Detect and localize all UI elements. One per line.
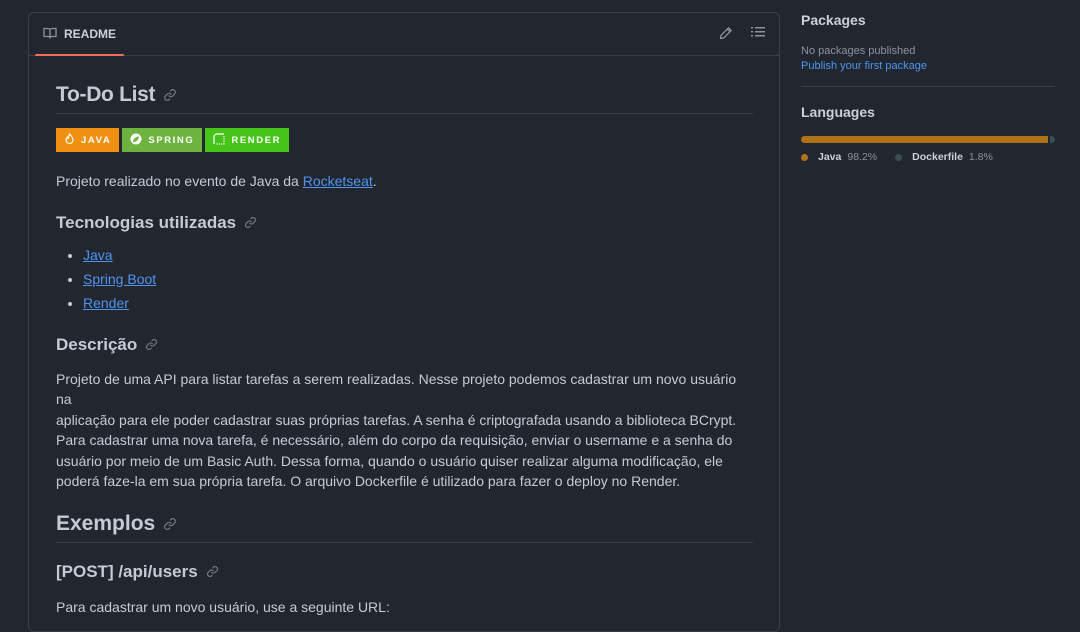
- dockerfile-color-dot: [895, 153, 903, 161]
- publish-package-link[interactable]: Publish your first package: [801, 60, 1055, 72]
- spring-badge-label: SPRING: [148, 134, 195, 146]
- tech-heading: Tecnologias utilizadas: [56, 213, 753, 233]
- list-outline-icon[interactable]: [751, 26, 765, 40]
- readme-content: To-Do List JAVA SPRING RENDER Projeto re…: [56, 83, 753, 617]
- language-dockerfile[interactable]: Dockerfile 1.8%: [895, 151, 993, 163]
- render-badge[interactable]: RENDER: [205, 128, 290, 152]
- tech-list: Java Spring Boot Render: [56, 243, 753, 315]
- spring-boot-link[interactable]: Spring Boot: [83, 271, 156, 287]
- intro-paragraph: Projeto realizado no evento de Java da R…: [56, 173, 377, 189]
- badge-row: JAVA SPRING RENDER: [56, 128, 753, 152]
- spring-leaf-icon: [130, 133, 142, 148]
- link-icon[interactable]: [145, 338, 158, 351]
- java-flame-icon: [64, 132, 75, 148]
- link-icon[interactable]: [163, 517, 177, 531]
- rocketseat-link[interactable]: Rocketseat: [303, 173, 373, 189]
- sidebar: Packages No packages published Publish y…: [801, 12, 1055, 163]
- tab-readme-label: README: [64, 27, 117, 41]
- render-badge-label: RENDER: [231, 134, 282, 146]
- languages-legend: Java 98.2% Dockerfile 1.8%: [801, 151, 1055, 163]
- link-icon[interactable]: [163, 88, 177, 102]
- java-color-dot: [801, 153, 808, 161]
- java-link[interactable]: Java: [83, 247, 113, 263]
- java-badge-label: JAVA: [81, 134, 112, 146]
- pencil-icon[interactable]: [719, 26, 733, 40]
- dockerfile-bar-segment[interactable]: [1050, 136, 1055, 143]
- divider: [801, 86, 1055, 87]
- packages-empty-text: No packages published: [801, 45, 916, 57]
- post-users-heading: [POST] /api/users: [56, 562, 753, 582]
- spring-badge[interactable]: SPRING: [122, 128, 203, 152]
- languages-title: Languages: [801, 104, 875, 120]
- list-item: Spring Boot: [83, 267, 753, 291]
- description-heading: Descrição: [56, 335, 753, 355]
- list-item: Render: [83, 291, 753, 315]
- render-icon: [213, 132, 225, 148]
- tab-readme[interactable]: README: [35, 13, 125, 56]
- readme-panel: README To-Do List JAVA SPRING RENDER Pro…: [28, 12, 780, 632]
- list-item: Java: [83, 243, 753, 267]
- languages-bar: [801, 136, 1055, 143]
- render-link[interactable]: Render: [83, 295, 129, 311]
- examples-heading: Exemplos: [56, 512, 753, 543]
- post-users-paragraph: Para cadastrar um novo usuário, use a se…: [56, 598, 390, 615]
- link-icon[interactable]: [206, 565, 219, 578]
- link-icon[interactable]: [244, 216, 257, 229]
- packages-title: Packages: [801, 12, 866, 28]
- description-paragraph: Projeto de uma API para listar tarefas a…: [56, 370, 737, 490]
- java-bar-segment[interactable]: [801, 136, 1048, 143]
- language-java[interactable]: Java 98.2%: [801, 151, 877, 163]
- readme-header: README: [29, 13, 779, 56]
- java-badge[interactable]: JAVA: [56, 128, 120, 152]
- readme-title: To-Do List: [56, 83, 753, 114]
- book-icon: [43, 27, 57, 42]
